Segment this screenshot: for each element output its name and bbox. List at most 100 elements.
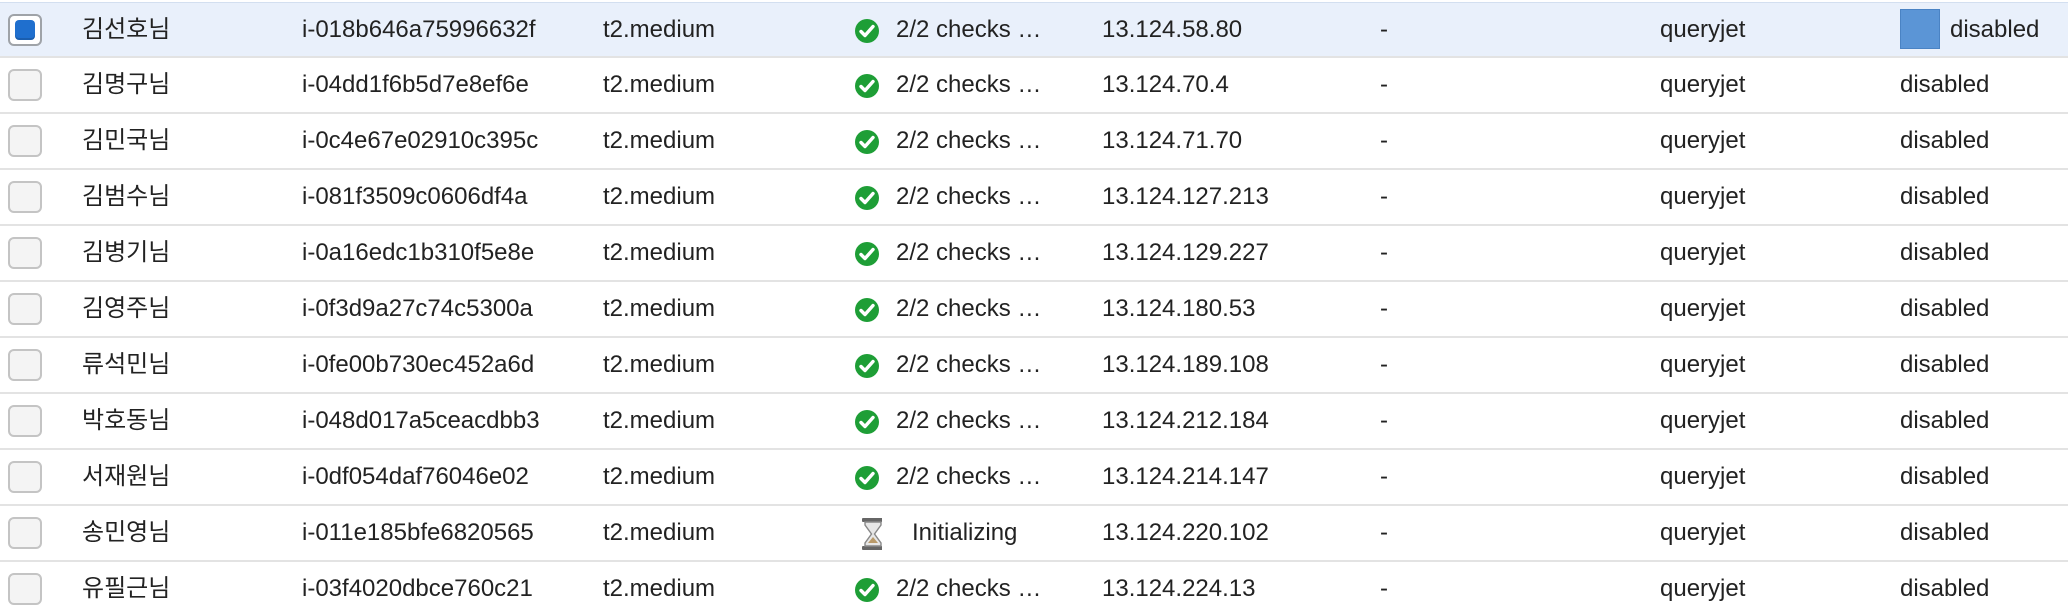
instance-name: 김명구님 [82,71,171,98]
status-checks: Initializing [912,519,1018,546]
ipv6-ip: - [1380,295,1388,322]
row-select-checkbox[interactable] [8,282,44,336]
status-checks: 2/2 checks … [896,463,1042,490]
check-circle-icon [854,353,880,379]
instance-id: i-03f4020dbce760c21 [302,575,533,602]
row-select-checkbox[interactable] [8,562,44,614]
table-row[interactable]: 김영주님 i-0f3d9a27c74c5300a t2.medium 2/2 chec… [0,282,2068,338]
checkbox-icon[interactable] [8,517,42,549]
key-name: queryjet [1660,295,1746,322]
row-select-checkbox[interactable] [8,114,44,168]
instance-id: i-0fe00b730ec452a6d [302,351,535,378]
status-checks: 2/2 checks … [896,351,1042,378]
monitoring-status: disabled [1900,183,1990,210]
check-circle-icon [854,18,880,44]
row-select-checkbox[interactable] [8,338,44,392]
monitoring-status: disabled [1900,71,1990,98]
instance-type: t2.medium [603,239,716,266]
monitoring-status: disabled [1900,239,1990,266]
checkbox-icon[interactable] [8,125,42,157]
table-row[interactable]: 박호동님 i-048d017a5ceacdbb3 t2.medium 2/2 chec… [0,394,2068,450]
instance-name: 송민영님 [82,519,171,546]
table-row[interactable]: 김병기님 i-0a16edc1b310f5e8e t2.medium 2/2 chec… [0,226,2068,282]
instance-id: i-0df054daf76046e02 [302,463,529,490]
ipv6-ip: - [1380,183,1388,210]
row-select-checkbox[interactable] [8,450,44,504]
instance-name: 서재원님 [82,463,171,490]
instance-name: 김영주님 [82,295,171,322]
instance-id: i-048d017a5ceacdbb3 [302,407,540,434]
row-select-checkbox[interactable] [8,170,44,224]
table-row[interactable]: 김범수님 i-081f3509c0606df4a t2.medium 2/2 chec… [0,170,2068,226]
monitoring-cell: disabled [1900,394,2068,448]
instances-table: 김선호님 i-018b646a75996632f t2.medium 2/2 chec… [0,0,2068,614]
instance-type: t2.medium [603,183,716,210]
ipv6-ip: - [1380,239,1388,266]
row-select-checkbox[interactable] [8,506,44,560]
checkbox-icon[interactable] [8,573,42,605]
key-name: queryjet [1660,71,1746,98]
instance-name: 김병기님 [82,239,171,266]
instance-type: t2.medium [603,127,716,154]
table-row[interactable]: 유필근님 i-03f4020dbce760c21 t2.medium 2/2 chec… [0,562,2068,614]
checkbox-icon[interactable] [8,181,42,213]
public-ip: 13.124.224.13 [1102,575,1256,602]
instance-name: 유필근님 [82,575,171,602]
public-ip: 13.124.70.4 [1102,71,1229,98]
status-checks: 2/2 checks … [896,239,1042,266]
table-row[interactable]: 김명구님 i-04dd1f6b5d7e8ef6e t2.medium 2/2 chec… [0,58,2068,114]
instance-name: 김선호님 [82,16,171,43]
table-row[interactable]: 김선호님 i-018b646a75996632f t2.medium 2/2 chec… [0,2,2068,58]
instance-id: i-0c4e67e02910c395c [302,127,539,154]
instance-id: i-04dd1f6b5d7e8ef6e [302,71,529,98]
instance-type: t2.medium [603,71,716,98]
instance-type: t2.medium [603,463,716,490]
table-row[interactable]: 김민국님 i-0c4e67e02910c395c t2.medium 2/2 chec… [0,114,2068,170]
monitoring-cell: disabled [1900,450,2068,504]
monitoring-status: disabled [1900,519,1990,546]
row-select-checkbox[interactable] [8,58,44,112]
instance-id: i-0f3d9a27c74c5300a [302,295,533,322]
monitoring-cell: disabled [1900,58,2068,112]
checkbox-icon[interactable] [8,237,42,269]
table-row[interactable]: 송민영님 i-011e185bfe6820565 t2.medium Initiali… [0,506,2068,562]
check-circle-icon [854,129,880,155]
table-row[interactable]: 서재원님 i-0df054daf76046e02 t2.medium 2/2 chec… [0,450,2068,506]
check-circle-icon [854,241,880,267]
key-name: queryjet [1660,575,1746,602]
ipv6-ip: - [1380,127,1388,154]
key-name: queryjet [1660,16,1746,43]
public-ip: 13.124.58.80 [1102,16,1243,43]
row-select-checkbox[interactable] [8,394,44,448]
row-select-checkbox[interactable] [8,226,44,280]
instance-type: t2.medium [603,16,716,43]
row-select-checkbox[interactable] [8,3,44,57]
ipv6-ip: - [1380,463,1388,490]
public-ip: 13.124.220.102 [1102,519,1269,546]
hourglass-icon [860,517,882,551]
public-ip: 13.124.127.213 [1102,183,1269,210]
checkbox-icon[interactable] [8,405,42,437]
status-checks: 2/2 checks … [896,16,1042,43]
checkbox-icon[interactable] [8,349,42,381]
status-checks: 2/2 checks … [896,183,1042,210]
checkbox-icon[interactable] [8,293,42,325]
status-checks: 2/2 checks … [896,71,1042,98]
public-ip: 13.124.129.227 [1102,239,1269,266]
monitoring-cell: disabled [1900,506,2068,560]
key-name: queryjet [1660,407,1746,434]
instance-name: 박호동님 [82,407,171,434]
check-circle-icon [854,73,880,99]
checkbox-icon[interactable] [8,69,42,101]
public-ip: 13.124.214.147 [1102,463,1269,490]
status-checks: 2/2 checks … [896,407,1042,434]
checkbox-icon[interactable] [8,461,42,493]
checkbox-icon[interactable] [8,14,42,46]
instance-type: t2.medium [603,295,716,322]
instance-name: 류석민님 [82,351,171,378]
check-circle-icon [854,577,880,603]
monitoring-status: disabled [1900,575,1990,602]
table-row[interactable]: 류석민님 i-0fe00b730ec452a6d t2.medium 2/2 chec… [0,338,2068,394]
instance-name: 김범수님 [82,183,171,210]
instance-type: t2.medium [603,575,716,602]
